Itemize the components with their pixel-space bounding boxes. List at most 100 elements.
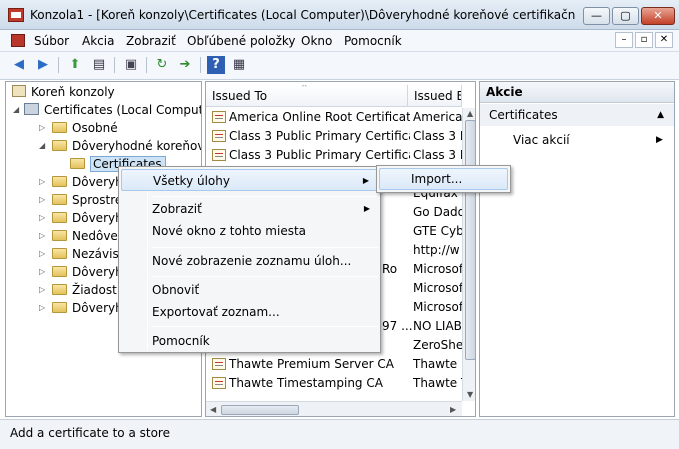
collapse-arrow-icon[interactable]: ◢ [13, 101, 19, 119]
mdi-minimize-button[interactable]: – [615, 32, 633, 48]
submenu-item-import[interactable]: Import... [379, 168, 508, 190]
submenu-arrow-icon: ▶ [656, 135, 663, 145]
certificate-icon [212, 377, 226, 389]
vertical-scrollbar[interactable]: ▲ ▼ [462, 108, 475, 401]
table-row[interactable]: Thawte Timestamping CA Thawte T [206, 374, 465, 393]
expand-arrow-icon[interactable]: ▷ [39, 173, 45, 191]
actions-pane: Akcie Certificates ▲ Viac akcií ▶ [479, 81, 675, 417]
menu-file[interactable]: Súbor [34, 34, 69, 48]
expand-arrow-icon[interactable]: ▷ [39, 263, 45, 281]
actions-section-certificates[interactable]: Certificates ▲ [480, 104, 674, 126]
refresh-icon[interactable]: ↻ [153, 56, 171, 74]
sort-ascending-icon: ^ [301, 85, 308, 92]
context-menu: Všetky úlohy ▶ Zobraziť ▶ Nové okno z to… [118, 166, 381, 353]
context-item-help[interactable]: Pomocník [121, 330, 378, 352]
expand-arrow-icon[interactable]: ▷ [39, 281, 45, 299]
table-row[interactable]: America Online Root Certificati... Ameri… [206, 108, 464, 127]
computer-certificates-icon [24, 103, 39, 115]
menu-separator [151, 276, 378, 277]
vertical-scroll-thumb[interactable] [465, 120, 475, 360]
mdi-close-button[interactable]: ✕ [655, 32, 673, 48]
context-item-refresh[interactable]: Obnoviť [121, 279, 378, 301]
menu-view[interactable]: Zobraziť [126, 34, 176, 48]
expand-arrow-icon[interactable]: ▷ [39, 119, 45, 137]
menu-bar: Súbor Akcia Zobraziť Obľúbené položky Ok… [0, 30, 679, 52]
folder-icon [52, 248, 67, 259]
collapse-section-icon[interactable]: ▲ [657, 104, 664, 126]
menu-favorites[interactable]: Obľúbené položky [187, 34, 296, 48]
action-more-actions[interactable]: Viac akcií ▶ [513, 132, 663, 148]
toolbar-separator [200, 57, 201, 73]
expand-arrow-icon[interactable]: ▷ [39, 245, 45, 263]
mdi-restore-button[interactable]: ▫ [635, 32, 653, 48]
window-title: Konzola1 - [Koreň konzoly\Certificates (… [30, 8, 575, 22]
certificate-icon [212, 130, 226, 142]
table-row[interactable]: Class 3 Public Primary Certificat... Cla… [206, 127, 465, 146]
tree-node-personal[interactable]: Osobné [52, 119, 118, 137]
context-item-export-list[interactable]: Exportovať zoznam... [121, 301, 378, 323]
folder-icon [52, 194, 67, 205]
show-hide-tree-icon[interactable]: ▤ [90, 56, 108, 74]
menu-separator [151, 326, 378, 327]
expand-arrow-icon[interactable]: ▷ [39, 227, 45, 245]
scroll-up-icon[interactable]: ▲ [467, 109, 473, 118]
toolbar-separator [58, 57, 59, 73]
menu-separator [151, 247, 378, 248]
certificate-icon [212, 358, 226, 370]
close-button[interactable]: ✕ [641, 7, 675, 25]
scroll-down-icon[interactable]: ▼ [467, 390, 473, 399]
folder-icon [52, 302, 67, 313]
context-item-new-window[interactable]: Nové okno z tohto miesta [121, 220, 378, 242]
menu-separator [151, 196, 378, 197]
open-folder-icon [70, 158, 85, 169]
context-item-new-taskpad-view[interactable]: Nové zobrazenie zoznamu úloh... [121, 250, 378, 272]
collapse-arrow-icon[interactable]: ◢ [39, 137, 45, 155]
context-item-all-tasks[interactable]: Všetky úlohy ▶ [121, 169, 378, 191]
table-row[interactable]: Thawte Premium Server CA Thawte P [206, 355, 465, 374]
scroll-right-icon[interactable]: ▶ [450, 405, 456, 414]
actions-header: Akcie [480, 82, 674, 103]
forward-arrow-icon[interactable]: ▶ [34, 56, 52, 74]
all-tasks-submenu: Import... [376, 165, 511, 193]
export-list-icon[interactable]: ➔ [176, 56, 194, 74]
status-text: Add a certificate to a store [10, 426, 170, 440]
certificate-icon [212, 111, 226, 123]
folder-icon [52, 122, 67, 133]
folder-icon [52, 176, 67, 187]
folder-icon [52, 140, 67, 151]
back-arrow-icon[interactable]: ◀ [10, 56, 28, 74]
toolbar-separator [114, 57, 115, 73]
horizontal-scroll-thumb[interactable] [221, 405, 299, 415]
tree-node-certificates-local[interactable]: Certificates (Local Computer) [24, 101, 201, 119]
properties-icon[interactable]: ▣ [122, 56, 140, 74]
expand-arrow-icon[interactable]: ▷ [39, 299, 45, 317]
menu-action[interactable]: Akcia [82, 34, 114, 48]
column-issued-by[interactable]: Issued By [408, 85, 462, 107]
scroll-left-icon[interactable]: ◀ [210, 405, 216, 414]
maximize-button[interactable]: ▢ [612, 7, 639, 25]
folder-icon [52, 284, 67, 295]
mmc-app-icon [8, 8, 24, 22]
title-bar: Konzola1 - [Koreň konzoly\Certificates (… [0, 0, 679, 30]
horizontal-scrollbar[interactable]: ◀ ▶ [206, 401, 462, 416]
certificate-icon [212, 149, 226, 161]
table-row[interactable]: Class 3 Public Primary Certificat... Cla… [206, 146, 465, 165]
folder-icon [52, 212, 67, 223]
up-folder-icon[interactable]: ⬆ [66, 56, 84, 74]
minimize-button[interactable]: — [583, 7, 610, 25]
folder-icon [52, 266, 67, 277]
show-hide-action-pane-icon[interactable]: ▦ [230, 56, 248, 74]
tree-node-trusted-root[interactable]: Dôveryhodné koreňové certifikačné autori… [52, 137, 201, 155]
help-icon[interactable]: ? [207, 56, 225, 74]
expand-arrow-icon[interactable]: ▷ [39, 209, 45, 227]
console-menu-icon[interactable] [11, 34, 25, 47]
tree-node-root[interactable]: Koreň konzoly [12, 83, 115, 101]
column-issued-to[interactable]: Issued To ^ [206, 85, 408, 107]
console-root-icon [12, 85, 26, 97]
toolbar: ◀ ▶ ⬆ ▤ ▣ ↻ ➔ ? ▦ [0, 52, 679, 80]
status-bar: Add a certificate to a store [0, 419, 679, 449]
expand-arrow-icon[interactable]: ▷ [39, 191, 45, 209]
context-item-view[interactable]: Zobraziť ▶ [121, 198, 378, 220]
menu-help[interactable]: Pomocník [344, 34, 402, 48]
menu-window[interactable]: Okno [301, 34, 332, 48]
